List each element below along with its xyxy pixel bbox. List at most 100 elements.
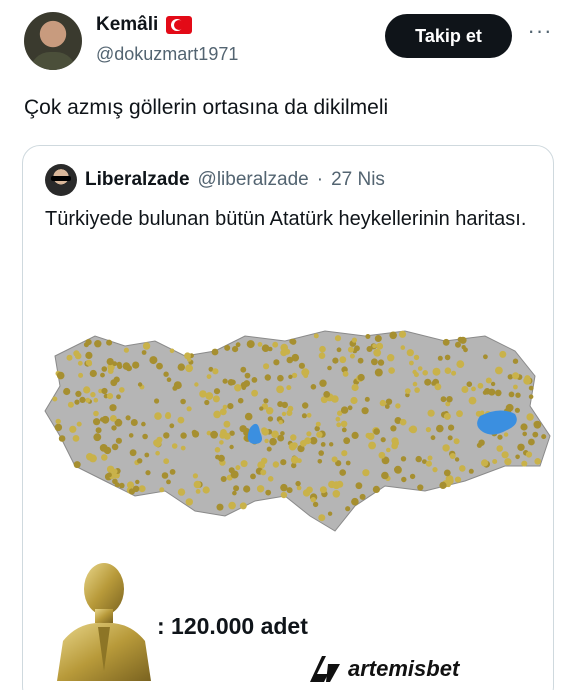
statue-dot (251, 377, 258, 383)
statue-dot (332, 357, 339, 364)
statue-dot (306, 412, 312, 418)
statue-dot (454, 457, 460, 462)
statue-dot (318, 514, 326, 522)
quoted-author-avatar[interactable] (45, 164, 77, 196)
statue-dot (243, 380, 251, 387)
author-name-row[interactable]: Kemâli (96, 14, 193, 36)
statue-dot (233, 485, 240, 492)
statue-dot (240, 366, 247, 373)
statue-dot (128, 488, 135, 495)
statue-dot (409, 473, 416, 480)
statue-dot (266, 446, 272, 452)
statue-dot (67, 401, 74, 408)
statue-dot (212, 368, 219, 375)
statue-dot (439, 481, 447, 489)
statue-dot (244, 412, 253, 421)
statue-dot (320, 442, 326, 447)
statue-dot (318, 352, 326, 359)
statue-dot (206, 374, 212, 379)
statue-dot (366, 346, 373, 352)
statue-dot (468, 468, 474, 474)
statue-dot (219, 408, 227, 416)
statue-dot (195, 489, 201, 494)
statue-dot (281, 411, 287, 417)
statue-dot (107, 368, 114, 374)
statue-dot (481, 459, 489, 467)
statue-dot (459, 465, 466, 472)
author-handle[interactable]: @dokuzmart1971 (96, 44, 238, 65)
author-display-name[interactable]: Kemâli (96, 14, 158, 36)
statue-dot (492, 459, 498, 464)
statue-dot (371, 358, 378, 366)
statue-dot (327, 511, 333, 516)
statue-dot (409, 425, 418, 434)
statue-dot (364, 396, 370, 402)
statue-dot (149, 356, 158, 365)
statue-dot (514, 407, 520, 413)
statue-dot (485, 377, 492, 384)
more-options-icon[interactable]: ··· (524, 18, 556, 50)
quoted-author-handle[interactable]: @liberalzade (198, 169, 309, 191)
statue-dot (280, 459, 287, 466)
follow-button[interactable]: Takip et (385, 14, 512, 58)
statue-dot (259, 406, 264, 411)
statue-dot (459, 336, 467, 344)
quoted-tweet-date[interactable]: 27 Nis (331, 169, 385, 191)
statue-dot (345, 460, 351, 466)
statue-dot (505, 403, 514, 412)
statue-dot (351, 337, 357, 343)
statue-dot (378, 451, 386, 459)
statue-dot (211, 348, 219, 356)
statue-dot (142, 433, 148, 440)
statue-dot (119, 387, 125, 393)
statue-dot (106, 472, 112, 478)
statue-dot (520, 423, 528, 431)
statue-dot (191, 429, 198, 436)
statue-dot (377, 359, 385, 366)
quoted-author-name[interactable]: Liberalzade (85, 169, 190, 191)
statue-dot (301, 413, 307, 419)
statue-dot (349, 353, 355, 359)
statue-dot (261, 428, 269, 436)
statue-dot (443, 412, 451, 420)
statue-dot (111, 425, 117, 431)
statue-dot (335, 416, 341, 422)
statue-dot (442, 444, 450, 452)
statue-dot (533, 420, 542, 429)
statue-dot (477, 382, 484, 389)
statue-dot (113, 376, 120, 383)
statue-dot (75, 390, 82, 397)
statue-dot (522, 431, 527, 437)
statue-dot (440, 396, 447, 403)
statue-dot (72, 435, 80, 442)
statue-dot (163, 371, 169, 377)
statue-dot (447, 435, 453, 441)
statue-dot (85, 351, 93, 359)
statue-dot (129, 449, 137, 457)
statue-dot (373, 428, 380, 435)
statue-dot (212, 395, 220, 403)
statue-dot (401, 476, 407, 483)
statue-dot (446, 396, 453, 403)
author-avatar[interactable] (24, 12, 82, 70)
statue-dot (306, 431, 312, 437)
statue-dot (409, 360, 414, 366)
statue-dot (300, 440, 307, 447)
statue-dot (466, 381, 473, 387)
statue-dot (365, 432, 372, 439)
statue-dot (186, 406, 192, 412)
statue-dot (169, 423, 175, 429)
statue-dot (398, 330, 407, 338)
statue-dot (243, 485, 251, 493)
statue-dot (138, 485, 146, 493)
statue-dot (483, 354, 488, 360)
statue-dot (229, 444, 234, 450)
statue-dot (267, 476, 274, 482)
statue-dot (58, 435, 66, 442)
statue-dot (260, 469, 267, 476)
statue-dot (276, 385, 284, 394)
statue-dot (400, 345, 406, 350)
statue-dot (232, 490, 237, 496)
quoted-tweet[interactable]: Liberalzade @liberalzade · 27 Nis Türkiy… (22, 145, 554, 690)
statue-dot (235, 342, 241, 348)
